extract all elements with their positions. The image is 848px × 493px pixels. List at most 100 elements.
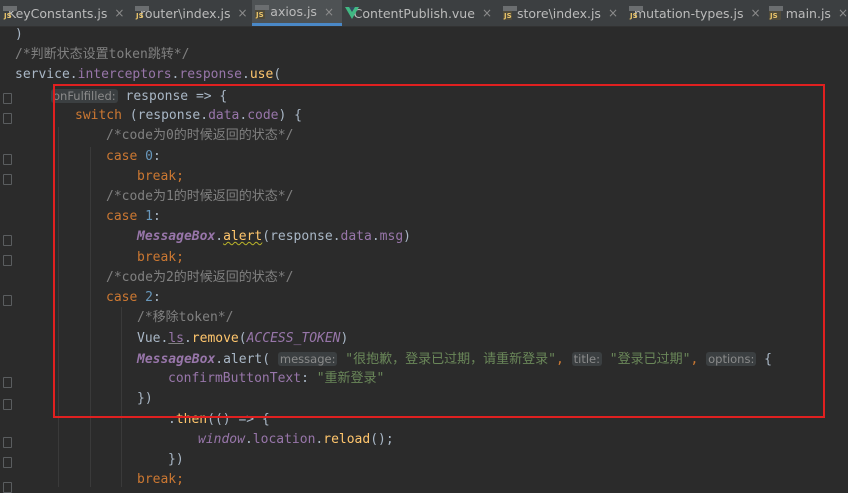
tab-label: axios.js <box>270 4 317 19</box>
code-token: response <box>179 67 242 82</box>
code-keyword: switch <box>75 108 122 123</box>
code-comment: /*移除token*/ <box>137 310 234 325</box>
code-token: : <box>152 149 161 164</box>
code-line[interactable]: case 0: <box>106 147 161 167</box>
tab-main-js[interactable]: main.js × <box>766 0 848 26</box>
close-icon[interactable]: × <box>482 6 492 20</box>
code-token: ) { <box>278 108 302 123</box>
code-line[interactable]: }) <box>168 450 184 470</box>
code-token: }) <box>168 452 184 467</box>
js-file-icon <box>503 6 517 20</box>
fold-marker[interactable] <box>3 482 12 493</box>
code-line[interactable]: MessageBox.alert(response.data.msg) <box>137 227 411 247</box>
tab-router-index-js[interactable]: router\index.js × <box>132 0 252 26</box>
code-line[interactable]: case 2: <box>106 288 161 308</box>
code-keyword: case <box>106 290 138 305</box>
code-token: response => { <box>117 89 228 104</box>
code-line[interactable]: MessageBox.alert( message: "很抱歉，登录已过期，请重… <box>137 349 772 369</box>
code-token: data <box>340 229 372 244</box>
code-token: msg <box>379 229 404 244</box>
code-global: window <box>198 432 245 447</box>
code-function: reload <box>323 432 371 447</box>
code-line[interactable]: /*code为0的时候返回的状态*/ <box>106 126 293 146</box>
code-comment: /*code为1的时候返回的状态*/ <box>106 189 294 204</box>
code-token: service <box>15 67 70 82</box>
fold-marker[interactable] <box>3 457 12 468</box>
code-token: . <box>215 229 224 244</box>
tab-store-index-js[interactable]: store\index.js × <box>500 0 626 26</box>
tab-contentpublish-vue[interactable]: ContentPublish.vue × <box>342 0 500 26</box>
code-line[interactable]: /*code为2的时候返回的状态*/ <box>106 268 293 288</box>
close-icon[interactable]: × <box>238 6 248 20</box>
code-line[interactable]: break; <box>137 248 184 268</box>
tab-keyconstants-js[interactable]: KeyConstants.js × <box>0 0 132 26</box>
code-token: use <box>249 67 274 82</box>
code-editor[interactable]: ) /*判断状态设置token跳转*/ service. interceptors… <box>0 25 848 493</box>
code-class: MessageBox <box>137 352 216 367</box>
fold-marker[interactable] <box>3 93 12 104</box>
code-line[interactable]: case 1: <box>106 207 161 227</box>
code-line[interactable]: /*判断状态设置token跳转*/ <box>15 45 189 65</box>
code-text: ) <box>15 27 23 42</box>
tab-mutation-types-js[interactable]: mutation-types.js × <box>626 0 766 26</box>
code-line[interactable]: service.interceptors.response.use( <box>15 65 281 85</box>
code-token: (() => { <box>207 412 270 427</box>
code-token: , <box>555 352 564 367</box>
close-icon[interactable]: × <box>324 5 334 19</box>
code-function: remove <box>191 331 239 346</box>
code-line[interactable]: Vue.ls.remove(ACCESS_TOKEN) <box>137 329 348 349</box>
code-line[interactable]: window.location.reload(); <box>198 430 394 450</box>
code-class: MessageBox <box>137 229 216 244</box>
fold-marker[interactable] <box>3 255 12 266</box>
fold-marker[interactable] <box>3 437 12 448</box>
code-token: . <box>168 412 176 427</box>
code-constant: ACCESS_TOKEN <box>246 331 341 346</box>
code-comment: /*code为2的时候返回的状态*/ <box>106 270 294 285</box>
close-icon[interactable]: × <box>751 6 761 20</box>
code-number: 2 <box>145 290 153 305</box>
fold-marker[interactable] <box>3 113 12 124</box>
code-token: ( <box>238 331 247 346</box>
code-line[interactable]: break; <box>137 167 184 187</box>
code-token: .alert( <box>215 352 271 367</box>
code-token: ) <box>340 331 349 346</box>
code-token: . <box>371 229 380 244</box>
code-line[interactable]: ) <box>15 25 23 45</box>
fold-marker[interactable] <box>3 399 12 410</box>
code-token: ; <box>176 472 184 487</box>
code-token: data <box>208 108 240 123</box>
code-line[interactable]: /*移除token*/ <box>137 308 233 328</box>
code-line[interactable]: confirmButtonText: "重新登录" <box>168 369 384 389</box>
code-token: Vue. <box>137 331 169 346</box>
code-keyword: case <box>106 209 138 224</box>
tab-label: mutation-types.js <box>634 5 744 21</box>
code-token: : <box>152 209 161 224</box>
fold-marker[interactable] <box>3 154 12 165</box>
code-function: alert <box>223 229 263 244</box>
fold-marker[interactable] <box>3 235 12 246</box>
code-token: code <box>247 108 279 123</box>
tab-axios-js[interactable]: axios.js × <box>252 0 342 26</box>
code-line[interactable]: }) <box>137 389 153 409</box>
fold-marker[interactable] <box>3 174 12 185</box>
tab-label: main.js <box>785 5 831 21</box>
code-token: . <box>242 67 250 82</box>
fold-marker[interactable] <box>3 295 12 306</box>
code-token: ; <box>176 250 184 265</box>
tab-label: KeyConstants.js <box>8 5 108 21</box>
code-token: ) <box>403 229 411 244</box>
code-token: interceptors <box>77 67 172 82</box>
code-line[interactable]: onFulfilled: response => { <box>51 86 227 106</box>
close-icon[interactable]: × <box>114 6 124 20</box>
code-token: ; <box>176 169 184 184</box>
close-icon[interactable]: × <box>608 6 618 20</box>
fold-marker[interactable] <box>3 377 12 388</box>
vue-file-icon <box>345 6 358 20</box>
code-token: }) <box>137 391 153 406</box>
close-icon[interactable]: × <box>838 6 848 20</box>
code-comment: /*code为0的时候返回的状态*/ <box>106 128 294 143</box>
code-line[interactable]: switch (response.data.code) { <box>75 106 302 126</box>
code-line[interactable]: /*code为1的时候返回的状态*/ <box>106 187 293 207</box>
code-line[interactable]: break; <box>137 470 184 490</box>
code-line[interactable]: .then(() => { <box>168 410 270 430</box>
